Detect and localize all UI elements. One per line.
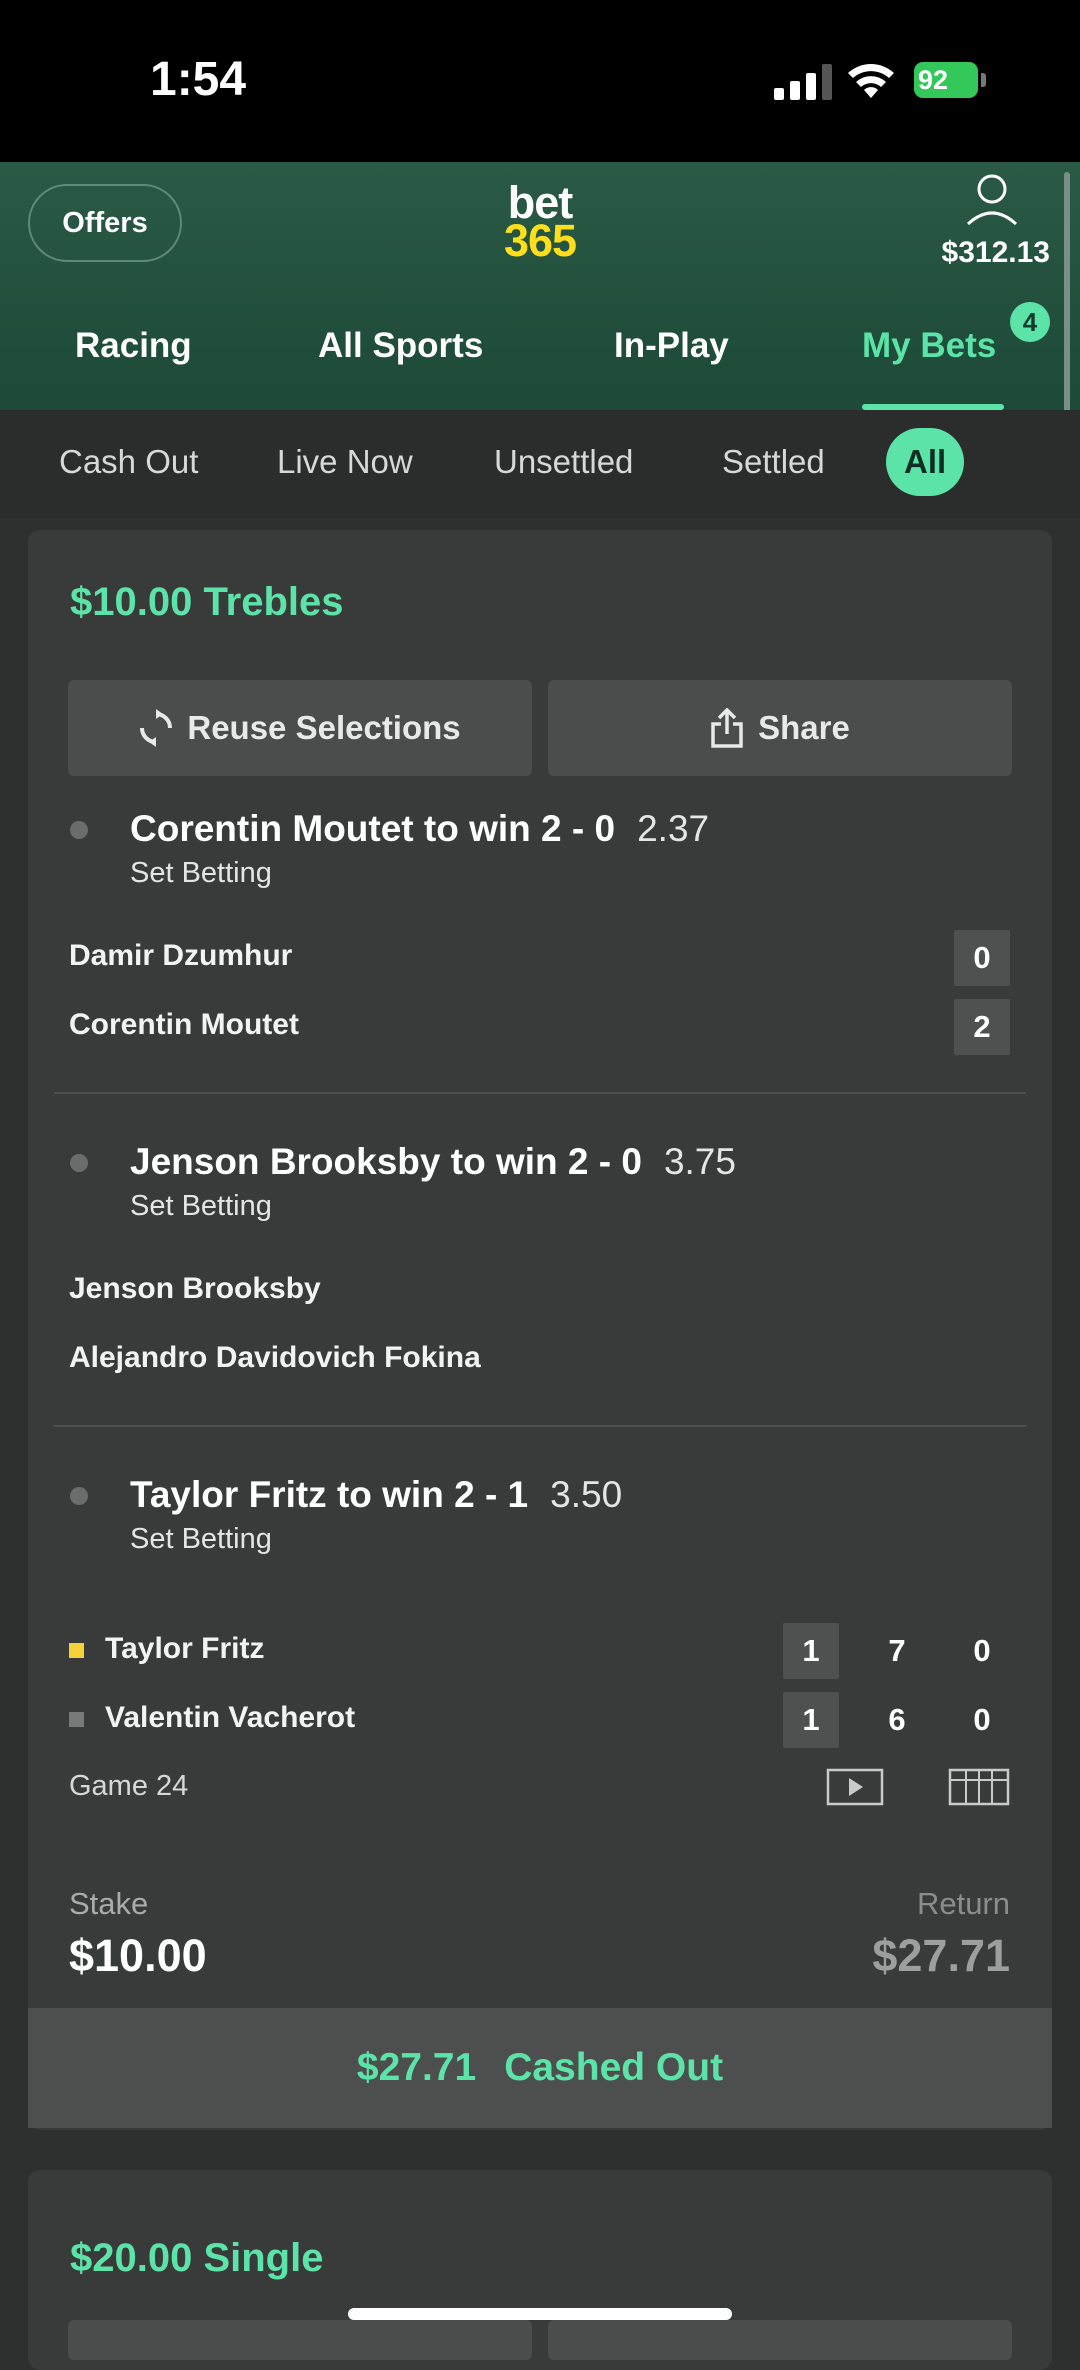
reuse-selections-button[interactable] [68, 2320, 532, 2360]
scrollbar[interactable] [1064, 172, 1070, 416]
status-bar: 1:54 92 [0, 0, 1080, 162]
stake-amount: $10.00 [69, 1930, 207, 1981]
player-name: Alejandro Davidovich Fokina [69, 1341, 481, 1374]
my-bets-count-badge: 4 [1010, 302, 1050, 342]
stake-label: Stake [69, 1886, 149, 1921]
bet-title: $20.00 Single [70, 2236, 324, 2280]
player-name: Jenson Brooksby [69, 1272, 321, 1305]
refresh-icon [140, 709, 173, 747]
selection-market: Set Betting [130, 1190, 272, 1222]
player-name: Damir Dzumhur [69, 939, 293, 972]
filter-settled[interactable]: Settled [722, 436, 825, 488]
tab-racing[interactable]: Racing [75, 326, 192, 366]
player-name: Corentin Moutet [69, 1008, 299, 1041]
return-amount: $27.71 [872, 1930, 1010, 1981]
set-score: 1 [783, 1623, 839, 1679]
divider [54, 1092, 1026, 1094]
home-indicator[interactable] [348, 2308, 732, 2320]
selection-market: Set Betting [130, 1523, 272, 1555]
selection-title: Jenson Brooksby to win 2 - 0 3.75 [130, 1141, 736, 1182]
battery-level: 92 [914, 62, 978, 98]
filter-all[interactable]: All [886, 428, 965, 496]
selection-title: Taylor Fritz to win 2 - 1 3.50 [130, 1474, 623, 1515]
serving-indicator-icon [69, 1643, 84, 1658]
status-time: 1:54 [150, 53, 247, 106]
selection-status-dot [70, 1487, 88, 1505]
reuse-selections-label: Reuse Selections [187, 709, 461, 746]
selection-market: Set Betting [130, 857, 272, 889]
wifi-icon [848, 64, 894, 98]
selection-title: Corentin Moutet to win 2 - 0 2.37 [130, 808, 710, 849]
point-score: 0 [973, 1702, 991, 1737]
filter-unsettled[interactable]: Unsettled [494, 436, 633, 488]
bet-title: $10.00 Trebles [70, 580, 344, 624]
bet-filter-bar: Cash Out Live Now Unsettled Settled All [0, 410, 1080, 518]
share-label: Share [758, 709, 850, 746]
selection-status-dot [70, 1154, 88, 1172]
return-label: Return [916, 1886, 1010, 1921]
set-score: 0 [954, 930, 1010, 986]
set-score: 2 [954, 999, 1010, 1055]
bet-card: $20.00 Single [28, 2170, 1052, 2370]
game-label: Game 24 [69, 1770, 189, 1802]
selection-status-dot [70, 821, 88, 839]
match-tracker-icon[interactable] [948, 1768, 1010, 1806]
filter-live-now[interactable]: Live Now [277, 436, 413, 488]
tab-my-bets[interactable]: My Bets [862, 326, 996, 366]
player-name: Taylor Fritz [105, 1632, 265, 1665]
set-score: 1 [783, 1692, 839, 1748]
tab-in-play[interactable]: In-Play [614, 326, 729, 366]
set-score: 7 [888, 1633, 906, 1668]
selection-odds: 3.75 [663, 1141, 736, 1182]
app-header: Offers bet 365 $312.13 Racing All Sports… [0, 162, 1080, 410]
player-name: Valentin Vacherot [105, 1701, 356, 1734]
battery-icon: 92 [914, 62, 988, 98]
live-stream-icon[interactable] [826, 1768, 884, 1806]
cellular-signal-icon [774, 64, 832, 100]
share-button[interactable]: Share [548, 680, 1012, 776]
non-serving-indicator-icon [69, 1712, 84, 1727]
filter-cash-out[interactable]: Cash Out [59, 436, 198, 488]
reuse-selections-button[interactable]: Reuse Selections [68, 680, 532, 776]
divider [54, 1425, 1026, 1427]
account-icon[interactable] [965, 172, 1019, 228]
set-score: 6 [888, 1702, 906, 1737]
cashout-status: Cashed Out [504, 2046, 724, 2089]
share-icon [711, 708, 743, 748]
point-score: 0 [973, 1633, 991, 1668]
selection-odds: 3.50 [550, 1474, 623, 1515]
account-balance[interactable]: $312.13 [942, 236, 1050, 270]
cashed-out-bar: $27.71 Cashed Out [28, 2008, 1052, 2128]
bet-card: $10.00 Trebles Reuse Selections Share Co… [28, 530, 1052, 2130]
share-button[interactable] [548, 2320, 1012, 2360]
selection-odds: 2.37 [637, 808, 710, 849]
bet365-logo[interactable]: bet 365 [495, 180, 585, 263]
tab-all-sports[interactable]: All Sports [318, 326, 483, 366]
cashout-amount: $27.71 [356, 2046, 477, 2089]
offers-button[interactable]: Offers [28, 184, 182, 262]
